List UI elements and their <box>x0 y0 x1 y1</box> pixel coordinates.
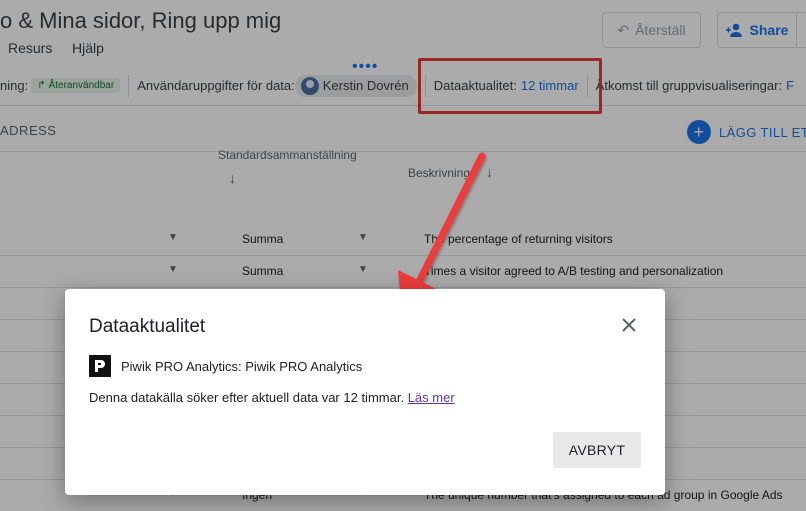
piwik-logo-icon <box>89 355 111 377</box>
data-source-name: Piwik PRO Analytics: Piwik PRO Analytics <box>121 358 363 374</box>
dialog-description-text: Denna datakälla söker efter aktuell data… <box>89 390 405 405</box>
close-icon <box>622 318 636 332</box>
data-source-row: Piwik PRO Analytics: Piwik PRO Analytics <box>89 355 362 377</box>
close-button[interactable] <box>617 313 641 337</box>
data-freshness-dialog: Dataaktualitet Piwik PRO Analytics: Piwi… <box>65 289 665 495</box>
cancel-button[interactable]: AVBRYT <box>553 432 641 468</box>
dialog-description: Denna datakälla söker efter aktuell data… <box>89 390 455 405</box>
dialog-title: Dataaktualitet <box>89 316 206 337</box>
learn-more-link[interactable]: Läs mer <box>408 390 455 405</box>
